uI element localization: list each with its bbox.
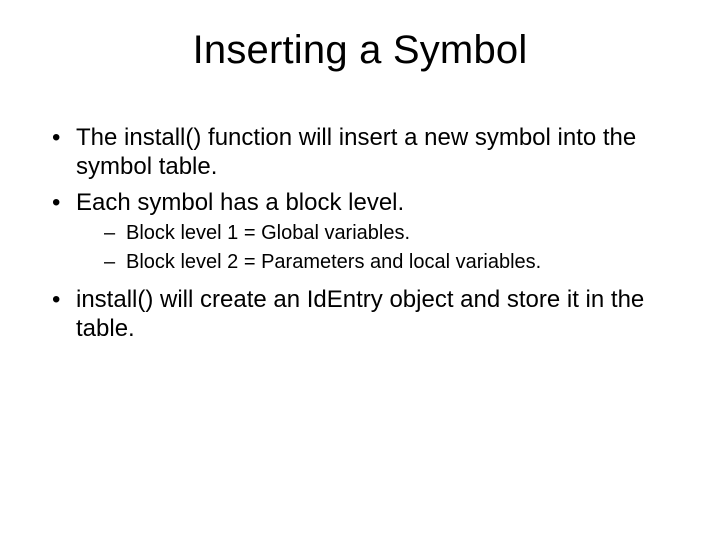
list-item: Each symbol has a block level. Block lev… [52, 188, 680, 275]
bullet-text: Each symbol has a block level. [76, 189, 404, 216]
list-item: Block level 2 = Parameters and local var… [104, 250, 680, 275]
sub-bullet-text: Block level 2 = Parameters and local var… [126, 251, 541, 273]
list-item: The install() function will insert a new… [52, 123, 680, 182]
slide: Inserting a Symbol The install() functio… [0, 0, 720, 540]
bullet-text: install() will create an IdEntry object … [76, 286, 644, 342]
bullet-text: The install() function will insert a new… [76, 124, 636, 180]
slide-title: Inserting a Symbol [40, 28, 680, 73]
bullet-list: The install() function will insert a new… [40, 123, 680, 343]
list-item: Block level 1 = Global variables. [104, 221, 680, 246]
sub-bullet-text: Block level 1 = Global variables. [126, 222, 410, 244]
list-item: install() will create an IdEntry object … [52, 285, 680, 344]
sub-bullet-list: Block level 1 = Global variables. Block … [76, 221, 680, 275]
